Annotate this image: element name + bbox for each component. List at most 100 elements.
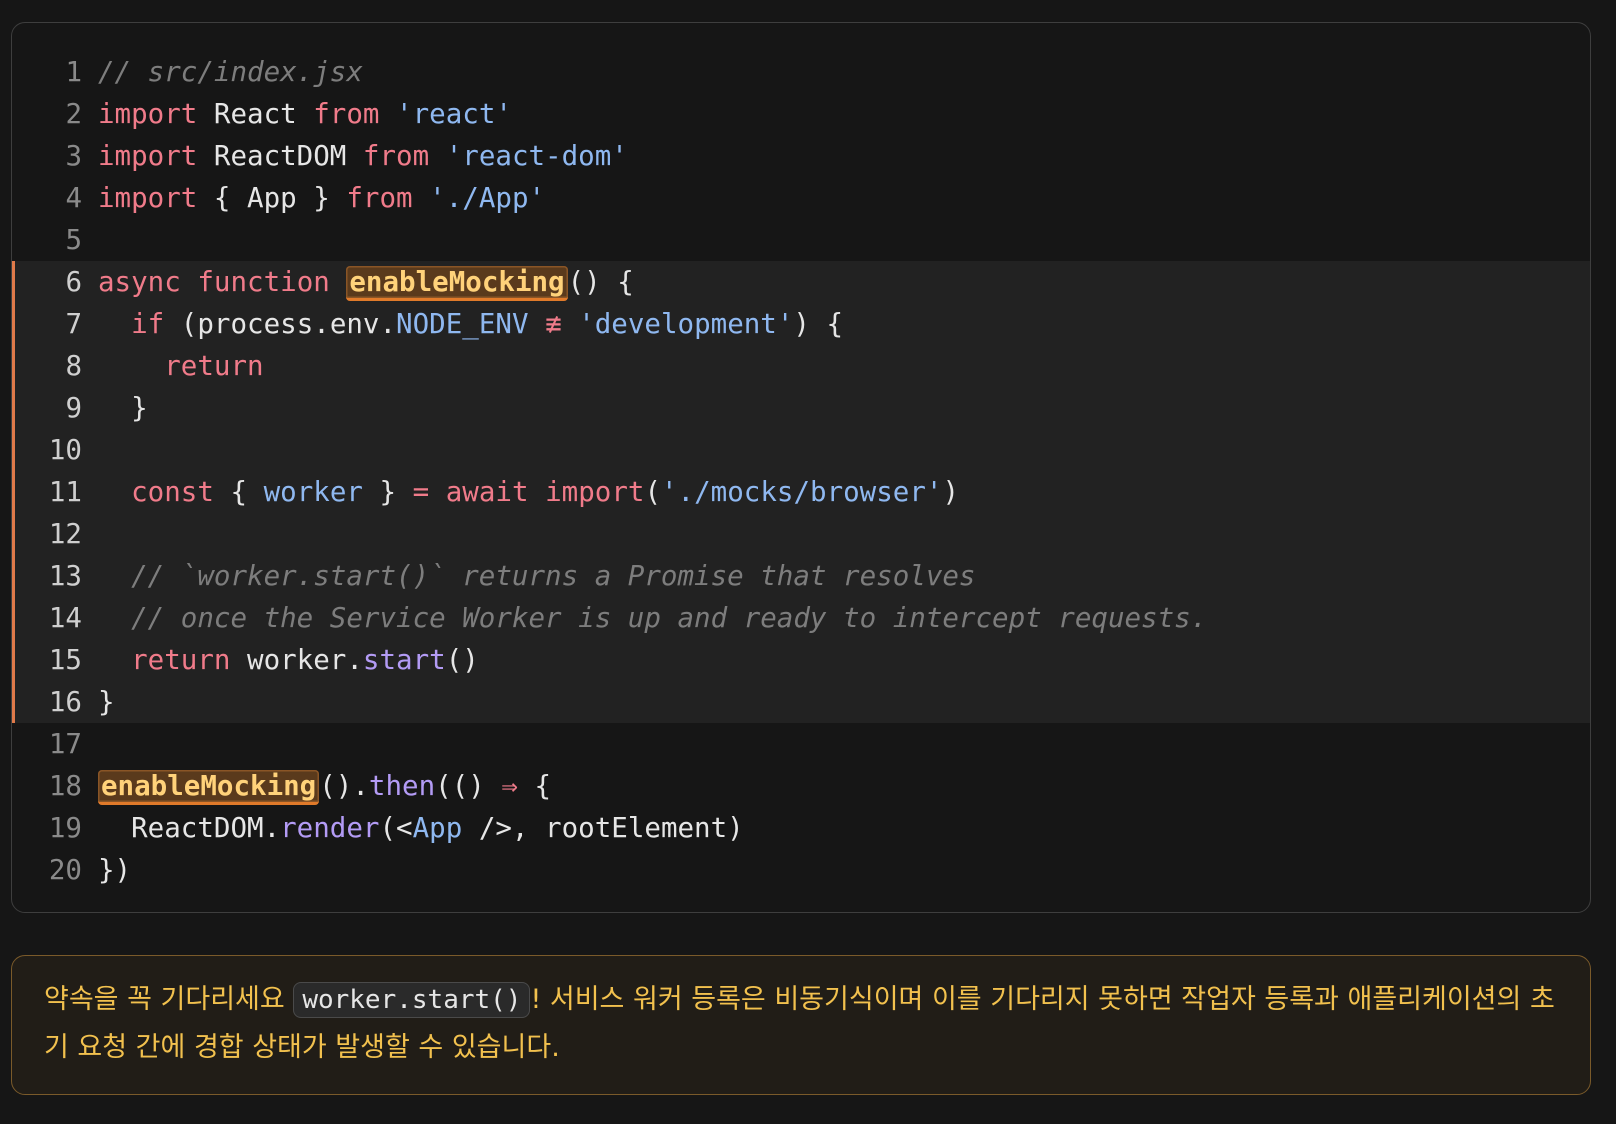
code-text: // once the Service Worker is up and rea… xyxy=(98,597,1207,639)
code-token: from xyxy=(346,182,413,214)
code-token: { App } xyxy=(197,182,347,214)
code-token: import xyxy=(98,182,198,214)
code-token: (). xyxy=(319,770,369,802)
code-token: ) { xyxy=(793,308,844,340)
code-token: { xyxy=(517,770,552,802)
line-number: 10 xyxy=(48,434,82,466)
code-text: } xyxy=(98,681,115,723)
code-token: render xyxy=(280,812,380,844)
code-text: }) xyxy=(98,849,131,891)
code-token: } xyxy=(362,476,413,508)
code-token: () { xyxy=(567,266,634,298)
code-token: } xyxy=(98,392,148,424)
code-token: await xyxy=(445,476,529,508)
code-line: 6 async function enableMocking() { xyxy=(12,261,1590,303)
code-token: />, rootElement) xyxy=(462,812,744,844)
code-token: React xyxy=(197,98,314,130)
code-line: 12 xyxy=(12,513,1590,555)
code-line: 11 const { worker } = await import('./mo… xyxy=(12,471,1590,513)
code-line: 16} xyxy=(12,681,1590,723)
line-number: 3 xyxy=(65,140,82,172)
warning-callout: 약속을 꼭 기다리세요 worker.start()! 서비스 워커 등록은 비… xyxy=(11,955,1591,1095)
code-line: 17 xyxy=(12,723,1590,765)
code-text: enableMocking ().then(() ⇒ { xyxy=(98,765,551,807)
code-token: { xyxy=(213,476,264,508)
code-text: return xyxy=(98,345,263,387)
code-line: 15 return worker.start() xyxy=(12,639,1590,681)
code-token: import xyxy=(98,140,198,172)
line-number: 16 xyxy=(48,686,82,718)
code-text: } xyxy=(98,387,148,429)
line-number: 17 xyxy=(48,728,82,760)
code-token: import xyxy=(98,98,198,130)
line-number: 4 xyxy=(65,182,82,214)
inline-code: worker.start() xyxy=(293,982,531,1018)
line-number: 19 xyxy=(48,812,82,844)
code-text: import ReactDOM from 'react-dom' xyxy=(98,135,628,177)
code-token: () xyxy=(445,644,479,676)
line-number: 14 xyxy=(48,602,82,634)
code-token: function xyxy=(197,266,330,298)
code-token: from xyxy=(313,98,380,130)
code-text: async function enableMocking() { xyxy=(98,261,634,303)
code-token: } xyxy=(98,686,115,718)
code-token: const xyxy=(131,476,214,508)
callout-text-before: 약속을 꼭 기다리세요 xyxy=(44,984,294,1015)
line-number: 18 xyxy=(48,770,82,802)
code-token: App xyxy=(412,812,463,844)
code-text: const { worker } = await import('./mocks… xyxy=(98,471,959,513)
code-line: 18 enableMocking ().then(() ⇒ { xyxy=(12,765,1590,807)
code-line: 4 import { App } from './App' xyxy=(12,177,1590,219)
code-line: 3 import ReactDOM from 'react-dom' xyxy=(12,135,1590,177)
code-token: './App' xyxy=(429,182,546,214)
code-token: // once the Service Worker is up and rea… xyxy=(98,602,1208,634)
code-token: return xyxy=(131,644,231,676)
code-token: (() xyxy=(435,770,502,802)
line-number: 1 xyxy=(65,56,82,88)
code-line: 14 // once the Service Worker is up and … xyxy=(12,597,1590,639)
code-line: 8 return xyxy=(12,345,1590,387)
line-number: 20 xyxy=(48,854,82,886)
line-number: 13 xyxy=(48,560,82,592)
code-line: 13 // `worker.start()` returns a Promise… xyxy=(12,555,1590,597)
code-token: // `worker.start()` returns a Promise th… xyxy=(98,560,976,592)
code-text: // src/index.jsx xyxy=(98,51,363,93)
code-token: ⇒ xyxy=(501,770,518,802)
code-token: 'react-dom' xyxy=(445,140,628,172)
code-token: ≢ xyxy=(545,308,562,340)
code-token: async xyxy=(98,266,181,298)
code-line: 20}) xyxy=(12,849,1590,891)
highlighted-token: enableMocking xyxy=(346,266,568,301)
code-line: 10 xyxy=(12,429,1590,471)
code-line: 19 ReactDOM.render(<App />, rootElement) xyxy=(12,807,1590,849)
line-number: 7 xyxy=(65,308,82,340)
code-token: }) xyxy=(98,854,132,886)
code-line: 9 } xyxy=(12,387,1590,429)
code-line: 5 xyxy=(12,219,1590,261)
line-number: 15 xyxy=(48,644,82,676)
code-text: import React from 'react' xyxy=(98,93,512,135)
code-token: worker xyxy=(263,476,363,508)
code-token: ReactDOM. xyxy=(98,812,281,844)
code-token: NODE_ENV xyxy=(396,308,529,340)
highlighted-token: enableMocking xyxy=(98,770,320,805)
code-block: 1 // src/index.jsx 2 import React from 'rea… xyxy=(11,22,1591,913)
code-token: (< xyxy=(379,812,413,844)
code-token: = xyxy=(412,476,430,508)
code-token: ReactDOM xyxy=(197,140,363,172)
code-token: ) xyxy=(942,476,960,508)
code-token: // src/index.jsx xyxy=(98,56,363,88)
line-number: 2 xyxy=(65,98,82,130)
code-token: if xyxy=(131,308,165,340)
code-token: from xyxy=(362,140,430,172)
